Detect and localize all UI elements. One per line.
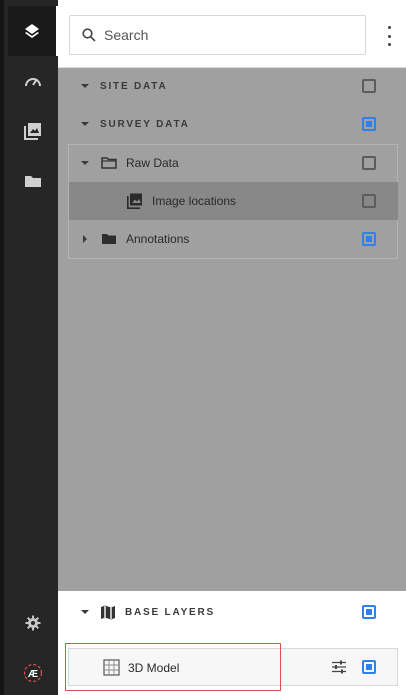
files-rail-button[interactable] (8, 156, 58, 206)
annotations-checkbox[interactable] (362, 232, 376, 246)
logo-icon: Æ (23, 663, 43, 683)
more-options-icon[interactable] (383, 24, 395, 48)
site-data-label: SITE DATA (100, 81, 168, 92)
3d-model-icon (103, 659, 120, 676)
map-icon (101, 605, 115, 620)
folder-icon (102, 234, 116, 244)
layers-icon (25, 24, 39, 38)
site-data-checkbox[interactable] (362, 79, 376, 93)
chevron-down-icon[interactable] (81, 161, 89, 165)
search-box[interactable] (69, 15, 366, 55)
chevron-down-icon[interactable] (81, 122, 89, 126)
svg-text:Æ: Æ (28, 669, 38, 680)
layers-panel: SITE DATA SURVEY DATA Raw Data Image loc… (58, 0, 406, 695)
3d-model-card[interactable]: 3D Model (68, 648, 398, 686)
account-rail-button[interactable]: Æ (8, 648, 58, 695)
image-gallery-icon (24, 123, 41, 140)
gauge-icon (25, 78, 41, 87)
settings-rail-button[interactable] (8, 598, 58, 648)
search-input[interactable] (104, 27, 344, 43)
dashboard-rail-button[interactable] (8, 56, 58, 106)
survey-data-row[interactable]: SURVEY DATA (58, 105, 406, 143)
raw-data-row[interactable]: Raw Data (58, 144, 406, 182)
panel-header (58, 0, 406, 68)
survey-data-checkbox[interactable] (362, 117, 376, 131)
raw-data-checkbox[interactable] (362, 156, 376, 170)
search-icon (82, 28, 96, 42)
folder-icon (25, 176, 41, 187)
survey-data-label: SURVEY DATA (100, 119, 190, 130)
chevron-down-icon[interactable] (81, 84, 89, 88)
base-layers-row[interactable]: BASE LAYERS (58, 593, 406, 631)
image-locations-row[interactable]: Image locations (69, 182, 398, 220)
left-rail: Æ (0, 0, 58, 695)
annotations-label: Annotations (126, 232, 190, 246)
annotations-row[interactable]: Annotations (58, 220, 406, 258)
image-gallery-icon (127, 193, 142, 209)
3d-model-checkbox[interactable] (362, 660, 376, 674)
folder-outline-icon (101, 157, 117, 169)
tune-icon[interactable] (331, 660, 347, 674)
image-locations-checkbox[interactable] (362, 194, 376, 208)
layers-rail-button[interactable] (8, 6, 58, 56)
chevron-down-icon[interactable] (81, 610, 89, 614)
3d-model-label: 3D Model (128, 661, 180, 675)
site-data-row[interactable]: SITE DATA (58, 67, 406, 105)
base-layers-label: BASE LAYERS (125, 607, 216, 618)
image-locations-label: Image locations (152, 194, 237, 208)
gear-icon (25, 615, 41, 631)
chevron-right-icon[interactable] (83, 235, 87, 243)
raw-data-label: Raw Data (126, 156, 179, 170)
base-layers-checkbox[interactable] (362, 605, 376, 619)
gallery-rail-button[interactable] (8, 106, 58, 156)
